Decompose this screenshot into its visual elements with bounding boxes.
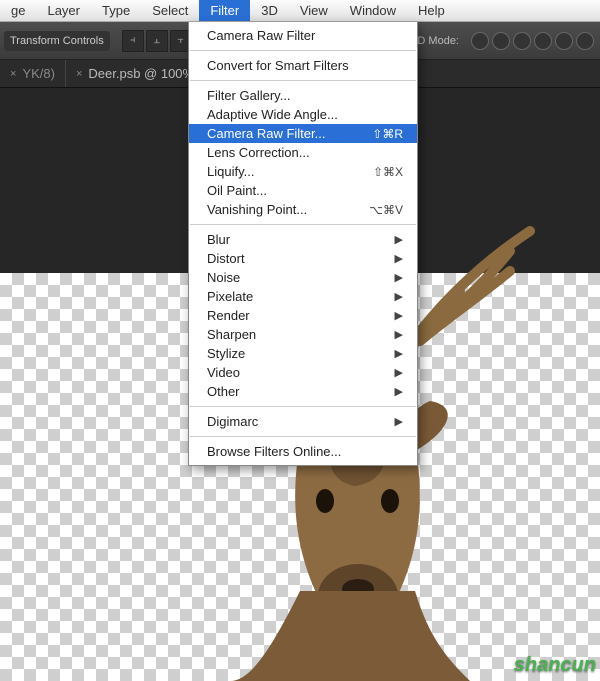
3d-mode-button[interactable] — [534, 32, 552, 50]
menu-item-label: Video — [207, 365, 240, 380]
menu-item-label: Distort — [207, 251, 245, 266]
menu-item-label: Blur — [207, 232, 230, 247]
3d-mode-button[interactable] — [471, 32, 489, 50]
submenu-arrow-icon: ▶ — [395, 366, 403, 379]
menu-item-label: Stylize — [207, 346, 245, 361]
menu-item[interactable]: Other ▶ — [189, 382, 417, 401]
menu-item-label: Digimarc — [207, 414, 258, 429]
menu-item[interactable]: Digimarc ▶ — [189, 412, 417, 431]
menu-type[interactable]: Type — [91, 0, 141, 21]
menu-item[interactable]: Vanishing Point... ⌥⌘V — [189, 200, 417, 219]
menu-item[interactable]: Stylize ▶ — [189, 344, 417, 363]
submenu-arrow-icon: ▶ — [395, 309, 403, 322]
menu-item-label: Other — [207, 384, 240, 399]
menu-item-label: Adaptive Wide Angle... — [207, 107, 338, 122]
menu-item[interactable]: Lens Correction... — [189, 143, 417, 162]
menu-item-label: Sharpen — [207, 327, 256, 342]
3d-mode-label: 3D Mode: — [411, 35, 459, 47]
menu-separator — [190, 224, 416, 225]
menu-item-label: Pixelate — [207, 289, 253, 304]
menu-item-label: Liquify... — [207, 164, 254, 179]
menu-shortcut: ⇧⌘X — [373, 165, 403, 179]
menu-select[interactable]: Select — [141, 0, 199, 21]
menu-item-label: Render — [207, 308, 250, 323]
menu-help[interactable]: Help — [407, 0, 456, 21]
menu-shortcut: ⌥⌘V — [369, 203, 403, 217]
submenu-arrow-icon: ▶ — [395, 385, 403, 398]
menu-item-label: Browse Filters Online... — [207, 444, 341, 459]
menu-item-label: Camera Raw Filter... — [207, 126, 325, 141]
submenu-arrow-icon: ▶ — [395, 233, 403, 246]
menu-item[interactable]: Camera Raw Filter — [189, 26, 417, 45]
menu-separator — [190, 406, 416, 407]
submenu-arrow-icon: ▶ — [395, 252, 403, 265]
menu-item[interactable]: Camera Raw Filter... ⇧⌘R — [189, 124, 417, 143]
menu-item[interactable]: Browse Filters Online... — [189, 442, 417, 461]
submenu-arrow-icon: ▶ — [395, 328, 403, 341]
menu-item[interactable]: Sharpen ▶ — [189, 325, 417, 344]
menu-item[interactable]: Render ▶ — [189, 306, 417, 325]
menu-item[interactable]: Video ▶ — [189, 363, 417, 382]
filter-menu-dropdown: Camera Raw Filter Convert for Smart Filte… — [188, 22, 418, 466]
menu-item[interactable]: Oil Paint... — [189, 181, 417, 200]
3d-mode-button[interactable] — [576, 32, 594, 50]
3d-mode-button[interactable] — [513, 32, 531, 50]
menu-shortcut: ⇧⌘R — [372, 127, 403, 141]
document-tab[interactable]: × YK/8) — [0, 60, 66, 87]
menu-separator — [190, 50, 416, 51]
menu-item[interactable]: Distort ▶ — [189, 249, 417, 268]
menu-item-label: Vanishing Point... — [207, 202, 307, 217]
tab-title: YK/8) — [22, 66, 55, 81]
menu-filter[interactable]: Filter — [199, 0, 250, 21]
3d-mode-buttons — [465, 32, 600, 50]
menu-3d[interactable]: 3D — [250, 0, 289, 21]
menu-item-label: Filter Gallery... — [207, 88, 291, 103]
3d-mode-button[interactable] — [492, 32, 510, 50]
menu-item[interactable]: Pixelate ▶ — [189, 287, 417, 306]
transform-controls-label: Transform Controls — [4, 31, 110, 51]
menu-view[interactable]: View — [289, 0, 339, 21]
menu-item[interactable]: Adaptive Wide Angle... — [189, 105, 417, 124]
align-button[interactable]: ⫠ — [146, 30, 168, 52]
menu-item-label: Camera Raw Filter — [207, 28, 315, 43]
menu-ge[interactable]: ge — [0, 0, 36, 21]
menu-item-label: Lens Correction... — [207, 145, 310, 160]
submenu-arrow-icon: ▶ — [395, 347, 403, 360]
menu-window[interactable]: Window — [339, 0, 407, 21]
menu-item-label: Noise — [207, 270, 240, 285]
menu-separator — [190, 80, 416, 81]
menu-layer[interactable]: Layer — [36, 0, 91, 21]
submenu-arrow-icon: ▶ — [395, 415, 403, 428]
align-button[interactable]: ⫞ — [122, 30, 144, 52]
menu-item[interactable]: Convert for Smart Filters — [189, 56, 417, 75]
close-icon[interactable]: × — [10, 68, 16, 80]
menu-item[interactable]: Liquify... ⇧⌘X — [189, 162, 417, 181]
app-menubar: geLayerTypeSelectFilter3DViewWindowHelp — [0, 0, 600, 22]
menu-item[interactable]: Noise ▶ — [189, 268, 417, 287]
menu-item[interactable]: Filter Gallery... — [189, 86, 417, 105]
submenu-arrow-icon: ▶ — [395, 271, 403, 284]
close-icon[interactable]: × — [76, 68, 82, 80]
menu-item-label: Oil Paint... — [207, 183, 267, 198]
menu-separator — [190, 436, 416, 437]
submenu-arrow-icon: ▶ — [395, 290, 403, 303]
watermark: shancun — [514, 654, 596, 677]
menu-item-label: Convert for Smart Filters — [207, 58, 349, 73]
3d-mode-button[interactable] — [555, 32, 573, 50]
menu-item[interactable]: Blur ▶ — [189, 230, 417, 249]
